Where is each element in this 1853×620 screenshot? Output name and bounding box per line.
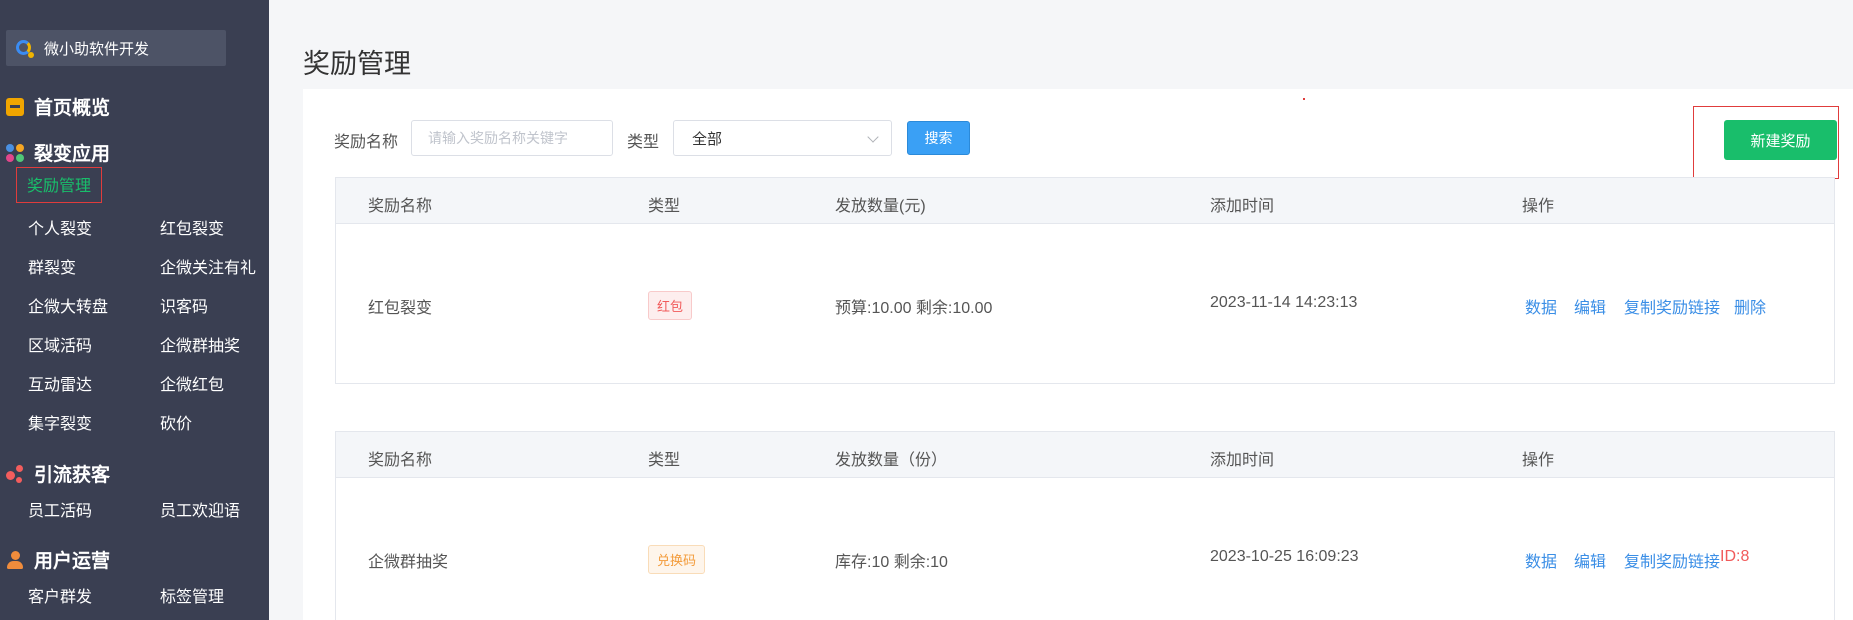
sidebar: 微小助软件开发 首页概览 裂变应用 奖励管理 个人裂变 红包裂变 群裂变 企微关…	[0, 0, 269, 620]
sidebar-item-radar[interactable]: 互动雷达	[28, 371, 92, 395]
reward-name-search-input[interactable]: 请输入奖励名称关键字	[411, 120, 613, 156]
sidebar-item-bargain[interactable]: 砍价	[160, 410, 192, 434]
quantity-cell: 预算:10.00 剩余:10.00	[835, 300, 993, 317]
type-badge: 红包	[648, 291, 693, 320]
chevron-down-icon	[867, 131, 879, 143]
copy-link-button[interactable]: 复制奖励链接	[1624, 548, 1720, 572]
sidebar-item-staff-code[interactable]: 员工活码	[28, 497, 92, 521]
reward-id-label: ID:8	[1720, 548, 1750, 565]
edit-link[interactable]: 编辑	[1574, 548, 1606, 572]
table-header: 奖励名称 类型 发放数量（份） 添加时间 操作	[336, 432, 1834, 478]
column-header-quantity: 发放数量(元)	[835, 198, 926, 215]
search-button[interactable]: 搜索	[907, 121, 970, 155]
sidebar-item-word-fission[interactable]: 集字裂变	[28, 410, 92, 434]
copy-link-button[interactable]: 复制奖励链接	[1624, 294, 1720, 318]
red-mark	[1303, 98, 1305, 100]
type-badge: 兑换码	[648, 545, 706, 574]
nav-group-label: 裂变应用	[34, 144, 111, 165]
column-header-actions: 操作	[1522, 198, 1555, 215]
column-header-name: 奖励名称	[368, 198, 433, 215]
type-select[interactable]: 全部	[673, 120, 892, 156]
reward-table-2: 奖励名称 类型 发放数量（份） 添加时间 操作 企微群抽奖 兑换码 库存:10 …	[335, 431, 1835, 620]
type-select-value: 全部	[692, 130, 723, 148]
sidebar-item-personal-fission[interactable]: 个人裂变	[28, 215, 92, 239]
brand-logo-icon	[14, 38, 34, 58]
column-header-name: 奖励名称	[368, 452, 433, 469]
column-header-time: 添加时间	[1210, 198, 1275, 215]
column-header-type: 类型	[648, 452, 681, 469]
table-header: 奖励名称 类型 发放数量(元) 添加时间 操作	[336, 178, 1834, 224]
brand-switcher[interactable]: 微小助软件开发	[6, 30, 226, 66]
apps-grid-icon	[6, 143, 24, 162]
new-reward-button[interactable]: 新建奖励	[1724, 120, 1837, 160]
time-cell: 2023-11-14 14:23:13	[1210, 294, 1358, 311]
edit-link[interactable]: 编辑	[1574, 294, 1606, 318]
quantity-cell: 库存:10 剩余:10	[835, 554, 948, 571]
reward-name-cell: 企微群抽奖	[368, 554, 449, 571]
nav-group-label: 用户运营	[34, 551, 111, 572]
nav-group-label: 引流获客	[34, 465, 111, 486]
sidebar-item-welcome-msg[interactable]: 员工欢迎语	[160, 497, 240, 521]
page-title: 奖励管理	[303, 49, 411, 79]
sidebar-item-wecom-redpacket[interactable]: 企微红包	[160, 371, 224, 395]
data-link[interactable]: 数据	[1525, 548, 1557, 572]
sidebar-item-follow-gift[interactable]: 企微关注有礼	[160, 254, 256, 278]
column-header-actions: 操作	[1522, 452, 1555, 469]
sidebar-item-region-code[interactable]: 区域活码	[28, 332, 92, 356]
sidebar-item-group-fission[interactable]: 群裂变	[28, 254, 76, 278]
sidebar-item-redpacket-fission[interactable]: 红包裂变	[160, 215, 224, 239]
column-header-time: 添加时间	[1210, 452, 1275, 469]
nav-group-home[interactable]: 首页概览	[6, 93, 110, 120]
nav-group-acquisition[interactable]: 引流获客	[6, 460, 110, 487]
delete-link[interactable]: 删除	[1734, 294, 1766, 318]
reward-name-cell: 红包裂变	[368, 300, 433, 317]
nav-group-label: 首页概览	[34, 98, 111, 119]
column-header-quantity: 发放数量（份）	[835, 452, 948, 469]
type-label: 类型	[627, 134, 660, 151]
nav-group-user-ops[interactable]: 用户运营	[6, 546, 110, 573]
share-icon	[6, 464, 24, 483]
column-header-type: 类型	[648, 198, 681, 215]
sidebar-item-tag-management[interactable]: 标签管理	[160, 583, 224, 607]
sidebar-item-group-send[interactable]: 客户群发	[28, 583, 92, 607]
data-link[interactable]: 数据	[1525, 294, 1557, 318]
search-placeholder: 请输入奖励名称关键字	[428, 130, 568, 146]
brand-name: 微小助软件开发	[44, 40, 150, 58]
sidebar-item-group-lottery[interactable]: 企微群抽奖	[160, 332, 240, 356]
nav-group-fission[interactable]: 裂变应用	[6, 139, 110, 166]
sidebar-item-reward-management[interactable]: 奖励管理	[16, 167, 103, 203]
user-icon	[6, 550, 24, 569]
reward-table-1: 奖励名称 类型 发放数量(元) 添加时间 操作 红包裂变 红包 预算:10.00…	[335, 177, 1835, 384]
sidebar-item-customer-code[interactable]: 识客码	[160, 293, 208, 317]
reward-name-label: 奖励名称	[334, 134, 399, 151]
home-icon	[6, 97, 24, 116]
time-cell: 2023-10-25 16:09:23	[1210, 548, 1359, 565]
sidebar-item-wheel[interactable]: 企微大转盘	[28, 293, 108, 317]
